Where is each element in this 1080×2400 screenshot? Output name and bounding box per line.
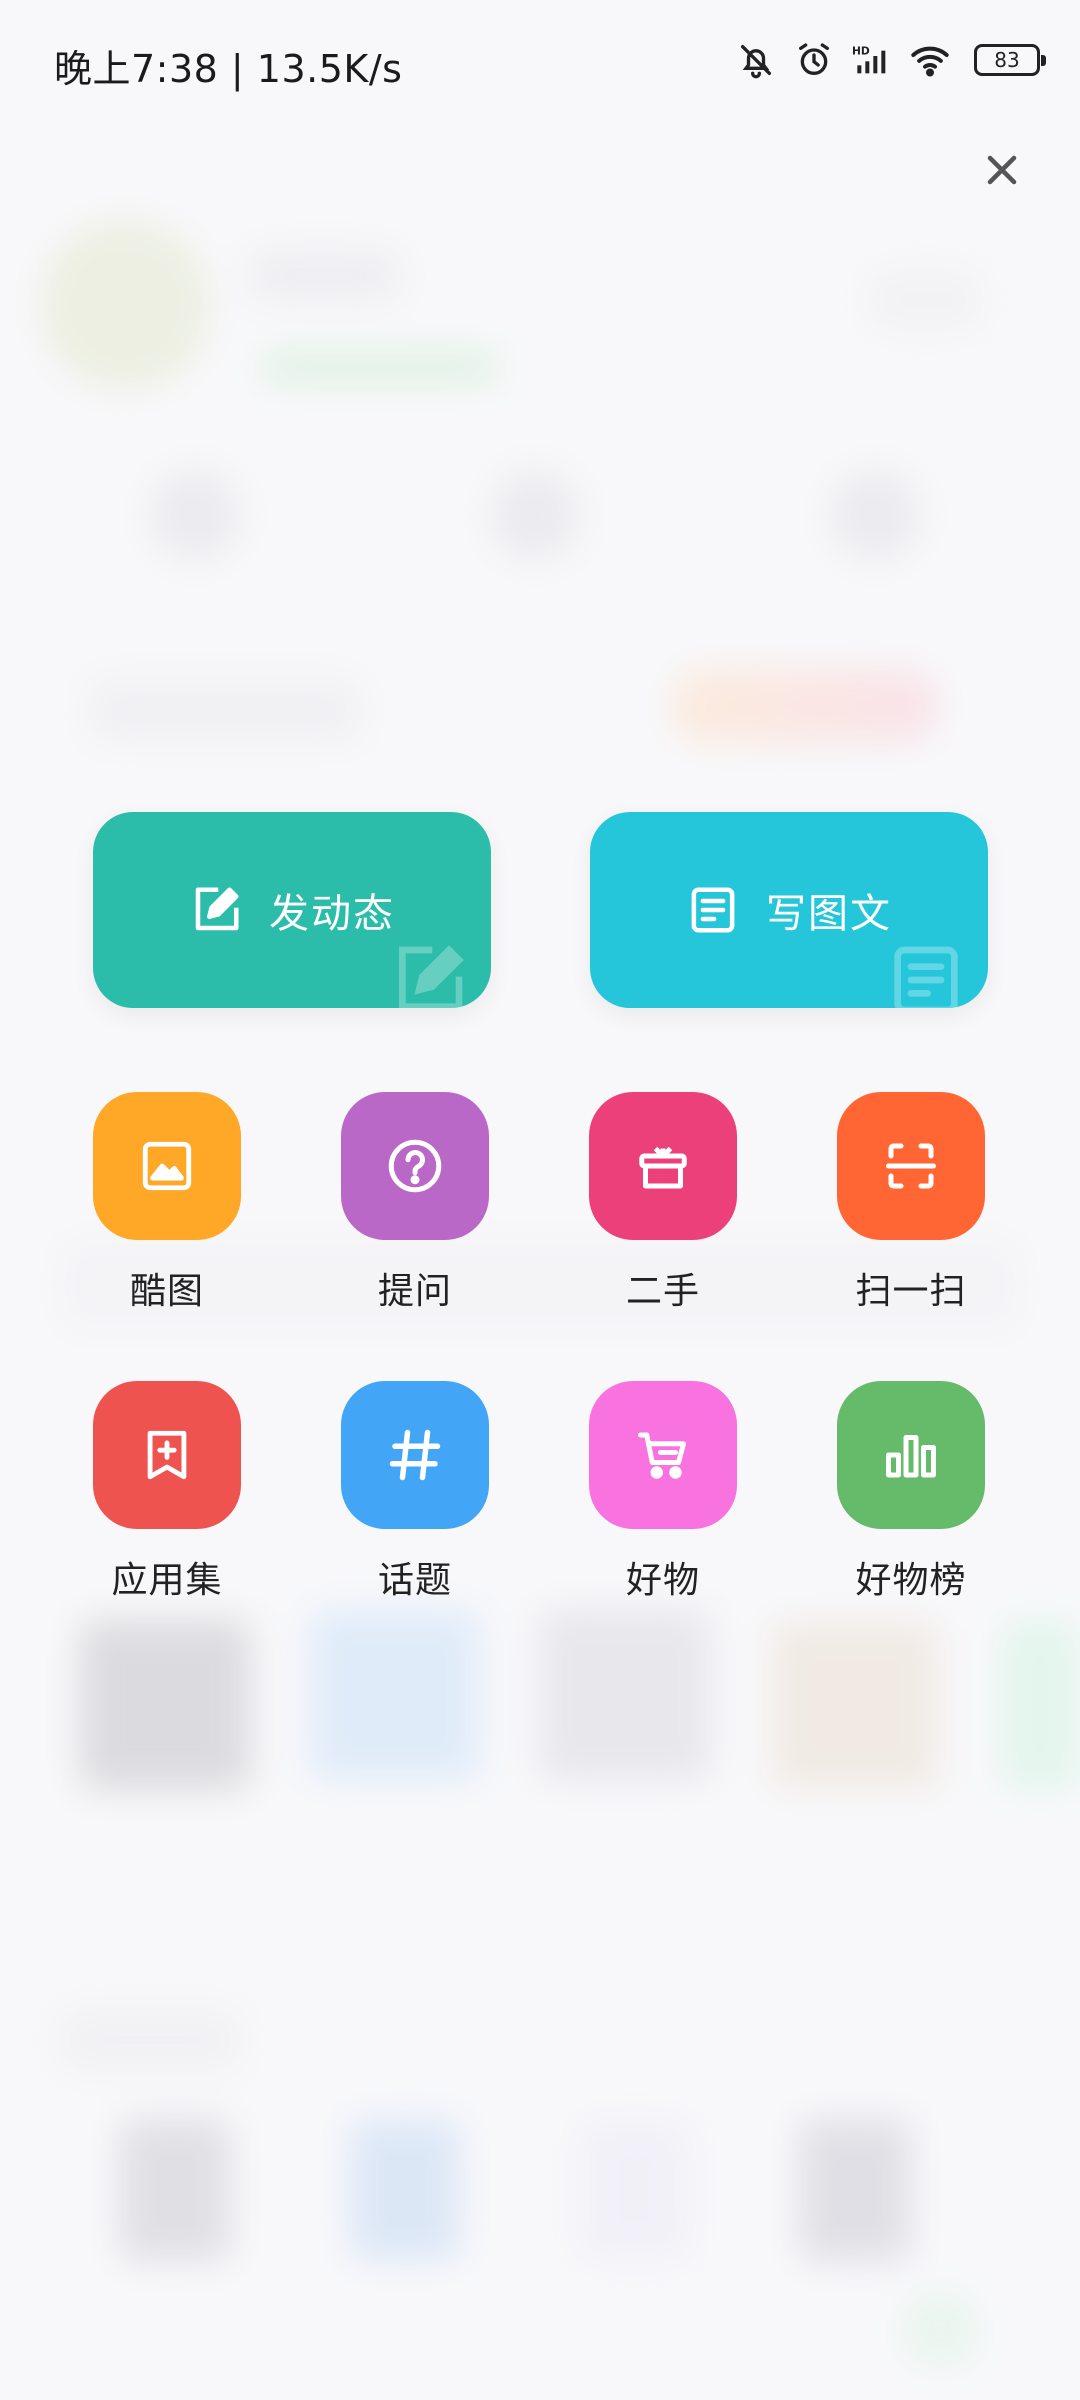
close-button[interactable] [972, 140, 1032, 200]
edit-square-watermark-icon [399, 945, 464, 1008]
svg-text:HD: HD [852, 45, 870, 58]
cool-pic-button[interactable]: 酷图 [57, 1092, 277, 1314]
app-collection-button[interactable]: 应用集 [57, 1381, 277, 1603]
wifi-icon [911, 46, 949, 77]
battery-level: 83 [994, 48, 1020, 72]
cart-icon [638, 1432, 686, 1479]
edit-square-icon [195, 887, 239, 931]
app-collection-tile [93, 1381, 241, 1529]
cool-pic-tile [93, 1092, 241, 1240]
ask-question-label: 提问 [377, 1271, 452, 1312]
hashtag-icon [389, 1429, 441, 1481]
ask-question-tile [341, 1092, 489, 1240]
hd-signal-icon: HD [852, 45, 886, 74]
app-collection-label: 应用集 [111, 1560, 223, 1601]
battery-icon: 83 [974, 44, 1046, 76]
write-article-label: 写图文 [766, 891, 892, 937]
image-icon [142, 1141, 192, 1191]
topic-label: 话题 [377, 1560, 452, 1601]
close-icon [987, 155, 1017, 185]
good-stuff-tile [589, 1381, 737, 1529]
write-article-button[interactable]: 写图文 [590, 812, 988, 1008]
good-stuff-ranking-label: 好物榜 [855, 1560, 967, 1601]
cool-pic-label: 酷图 [129, 1271, 204, 1312]
scan-label: 扫一扫 [855, 1271, 967, 1312]
second-hand-label: 二手 [625, 1271, 700, 1312]
gift-box-icon [639, 1146, 687, 1189]
good-stuff-ranking-tile [837, 1381, 985, 1529]
post-moment-button[interactable]: 发动态 [93, 812, 491, 1008]
ask-question-button[interactable]: 提问 [305, 1092, 525, 1314]
good-stuff-ranking-button[interactable]: 好物榜 [801, 1381, 1021, 1603]
second-hand-tile [589, 1092, 737, 1240]
status-time-speed: 晚上7:38 | 13.5K/s [54, 47, 403, 91]
second-hand-button[interactable]: 二手 [553, 1092, 773, 1314]
topic-button[interactable]: 话题 [305, 1381, 525, 1603]
scan-icon [886, 1143, 936, 1189]
article-icon [691, 887, 735, 933]
bar-chart-icon [886, 1435, 936, 1478]
bookmark-add-icon [147, 1430, 187, 1480]
scan-button[interactable]: 扫一扫 [801, 1092, 1021, 1314]
scan-tile [837, 1092, 985, 1240]
status-bar: 晚上7:38 | 13.5K/s HD 83 [0, 0, 1080, 126]
good-stuff-label: 好物 [625, 1560, 700, 1601]
bell-off-icon [741, 45, 771, 79]
question-icon [388, 1139, 442, 1193]
post-moment-label: 发动态 [269, 891, 395, 937]
article-watermark-icon [894, 946, 958, 1008]
good-stuff-button[interactable]: 好物 [553, 1381, 773, 1603]
topic-tile [341, 1381, 489, 1529]
alarm-icon [799, 43, 829, 75]
status-icons: HD 83 [736, 40, 1046, 80]
